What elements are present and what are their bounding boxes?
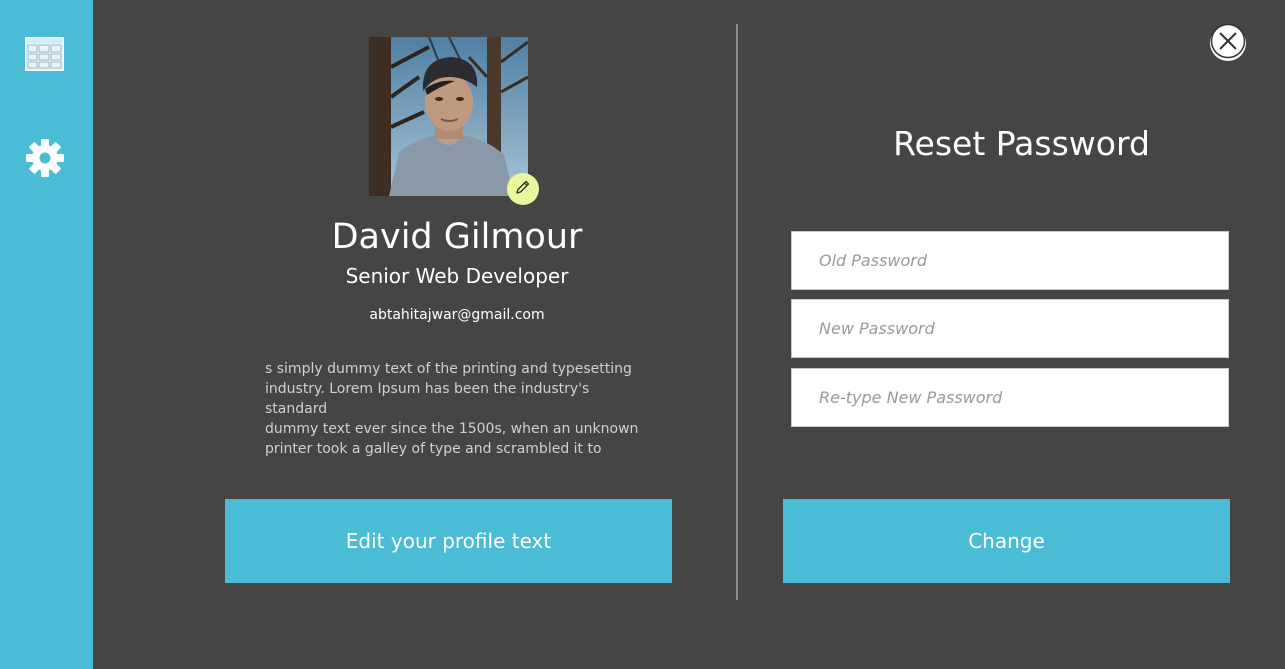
pencil-icon (515, 179, 531, 199)
edit-profile-text-button[interactable]: Edit your profile text (225, 499, 672, 583)
profile-settings-window: David Gilmour Senior Web Developer abtah… (0, 0, 1285, 669)
sidebar (0, 0, 93, 669)
profile-bio: s simply dummy text of the printing and … (265, 361, 639, 457)
new-password-field[interactable] (791, 299, 1229, 358)
profile-role: Senior Web Developer (345, 264, 569, 288)
close-icon (1210, 23, 1246, 63)
old-password-field[interactable] (791, 231, 1229, 290)
dashboard-icon[interactable] (25, 37, 64, 71)
close-button[interactable] (1210, 23, 1246, 63)
edit-avatar-button[interactable] (507, 173, 539, 205)
profile-email: abtahitajwar@gmail.com (369, 307, 545, 323)
avatar (369, 37, 528, 196)
panel-divider (736, 24, 738, 600)
profile-name: David Gilmour (331, 217, 583, 257)
reset-password-title: Reset Password (893, 124, 1150, 163)
change-password-button[interactable]: Change (783, 499, 1230, 583)
gear-icon[interactable] (25, 138, 65, 178)
retype-password-field[interactable] (791, 368, 1229, 427)
